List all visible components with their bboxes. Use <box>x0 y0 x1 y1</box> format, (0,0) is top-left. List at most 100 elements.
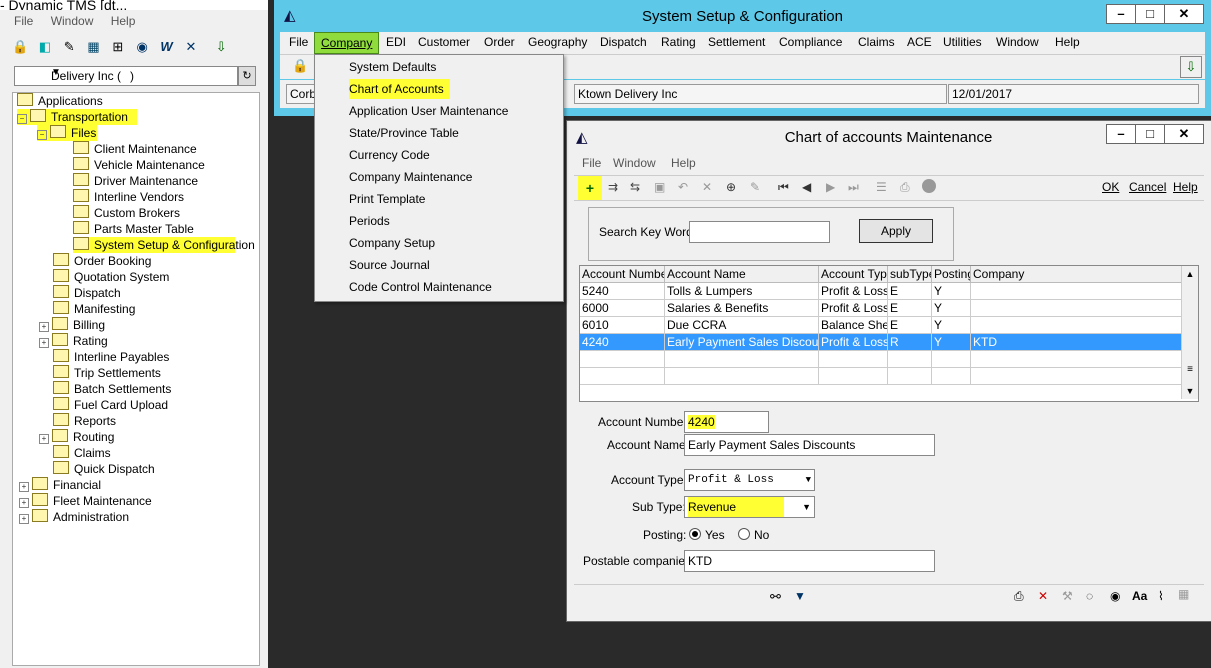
menu-utilities[interactable]: Utilities <box>943 35 982 49</box>
tree-item-dispatch[interactable]: Dispatch <box>53 285 121 301</box>
menu-item-print-template[interactable]: Print Template <box>349 189 425 209</box>
delete-icon[interactable]: ✕ <box>702 180 712 194</box>
table-cell[interactable]: E <box>888 300 932 317</box>
search-icon[interactable]: ◉ <box>134 38 151 55</box>
copy-icon[interactable]: ⇆ <box>630 180 640 194</box>
account-number-input[interactable]: 4240 <box>684 411 769 433</box>
menu-file[interactable]: File <box>14 14 33 28</box>
print-preview-icon[interactable]: ⎙ <box>900 180 910 195</box>
apply-button[interactable]: Apply <box>859 219 933 243</box>
minimize-button[interactable]: – <box>1106 4 1136 24</box>
previous-record-icon[interactable]: ◀ <box>802 180 811 194</box>
sub-type-select[interactable]: Revenue ▼ <box>684 496 815 518</box>
tree-item-fleet-maintenance[interactable]: + Fleet Maintenance <box>19 493 152 509</box>
maximize-button[interactable]: □ <box>1135 124 1165 144</box>
table-cell[interactable]: Salaries & Benefits <box>665 300 819 317</box>
table-cell[interactable]: Y <box>932 317 971 334</box>
maximize-button[interactable]: □ <box>1135 4 1165 24</box>
field-date[interactable]: 12/01/2017 <box>948 84 1199 104</box>
field-company-name[interactable]: Ktown Delivery Inc <box>574 84 947 104</box>
menu-window[interactable]: Window <box>613 156 656 170</box>
network-icon[interactable]: ⊞ <box>109 38 126 55</box>
menu-item-state-province-table[interactable]: State/Province Table <box>349 123 459 143</box>
tree-item-custom-brokers[interactable]: Custom Brokers <box>73 205 180 221</box>
expand-icon[interactable]: + <box>19 482 29 492</box>
exit-icon[interactable]: ⇩ <box>1180 56 1202 78</box>
table-cell[interactable]: 6000 <box>580 300 665 317</box>
list-icon[interactable]: ☰ <box>876 180 887 194</box>
column-header[interactable]: Company <box>971 266 1183 283</box>
search-input[interactable] <box>689 221 830 243</box>
tree-item-trip-settlements[interactable]: Trip Settlements <box>53 365 161 381</box>
cancel-button[interactable]: Cancel <box>1129 180 1166 194</box>
table-scrollbar[interactable]: ▲ ≡ ▼ <box>1181 266 1198 399</box>
tree-item-manifesting[interactable]: Manifesting <box>53 301 135 317</box>
last-record-icon[interactable]: ⏭ <box>848 180 859 195</box>
tools-icon[interactable]: ⚒ <box>1062 589 1073 603</box>
tree-item-applications[interactable]: Applications <box>17 93 103 109</box>
postable-companies-input[interactable]: KTD <box>684 550 935 572</box>
table-cell[interactable] <box>971 283 1183 300</box>
menu-item-system-defaults[interactable]: System Defaults <box>349 57 436 77</box>
tree-item-financial[interactable]: + Financial <box>19 477 101 493</box>
table-cell[interactable]: Balance Shee <box>819 317 888 334</box>
company-select[interactable]: Delivery Inc ( ) ▼ <box>14 66 238 86</box>
close-button[interactable]: ✕ <box>1164 124 1204 144</box>
preview-icon[interactable]: ⎙ <box>1014 589 1024 604</box>
tree-item-driver-maintenance[interactable]: Driver Maintenance <box>73 173 198 189</box>
tree-item-routing[interactable]: + Routing <box>39 429 114 445</box>
table-cell-selected[interactable]: Profit & Loss <box>819 334 888 351</box>
menu-item-chart-of-accounts[interactable]: Chart of Accounts <box>349 79 450 99</box>
tree-item-vehicle-maintenance[interactable]: Vehicle Maintenance <box>73 157 205 173</box>
tree-item-administration[interactable]: + Administration <box>19 509 129 525</box>
comment-icon[interactable]: ◌ <box>1086 589 1093 603</box>
menu-item-company-setup[interactable]: Company Setup <box>349 233 435 253</box>
menu-customer[interactable]: Customer <box>418 35 470 49</box>
collapse-icon[interactable]: − <box>17 114 27 124</box>
table-cell[interactable]: E <box>888 283 932 300</box>
close-button[interactable]: ✕ <box>1164 4 1204 24</box>
menu-item-source-journal[interactable]: Source Journal <box>349 255 430 275</box>
field-code[interactable]: Corba <box>286 84 317 104</box>
tree-item-reports[interactable]: Reports <box>53 413 116 429</box>
calculator-icon[interactable]: ▦ <box>85 38 102 55</box>
column-header[interactable]: Posting <box>932 266 971 283</box>
column-header[interactable]: subType <box>888 266 932 283</box>
tree-item-client-maintenance[interactable]: Client Maintenance <box>73 141 197 157</box>
add-record-icon[interactable]: + <box>578 176 602 200</box>
lock-icon[interactable]: 🔒 <box>292 58 308 74</box>
posting-yes-radio[interactable]: Yes <box>689 528 725 542</box>
column-header[interactable]: Account Type <box>819 266 888 283</box>
tree-item-quotation-system[interactable]: Quotation System <box>53 269 169 285</box>
account-name-input[interactable]: Early Payment Sales Discounts <box>684 434 935 456</box>
table-cell[interactable] <box>971 317 1183 334</box>
clear-icon[interactable]: ✕ <box>1038 589 1048 603</box>
table-cell[interactable]: E <box>888 317 932 334</box>
menu-order[interactable]: Order <box>484 35 515 49</box>
account-type-select[interactable]: Profit & Loss ▼ <box>684 469 815 491</box>
table-cell[interactable]: Y <box>932 300 971 317</box>
lock-icon[interactable]: 🔒 <box>12 38 29 55</box>
undo-icon[interactable]: ↶ <box>678 180 688 194</box>
menu-ace[interactable]: ACE <box>907 35 932 49</box>
tree-item-interline-payables[interactable]: Interline Payables <box>53 349 169 365</box>
tree-item-system-setup[interactable]: System Setup & Configuration <box>73 237 255 253</box>
menu-claims[interactable]: Claims <box>858 35 895 49</box>
table-cell[interactable]: Due CCRA <box>665 317 819 334</box>
chevron-up-icon[interactable]: ▲ <box>1182 266 1198 282</box>
menu-item-code-control-maintenance[interactable]: Code Control Maintenance <box>349 277 492 297</box>
table-cell[interactable]: 5240 <box>580 283 665 300</box>
expand-icon[interactable]: + <box>39 338 49 348</box>
table-cell-selected[interactable]: Y <box>932 334 971 351</box>
tree-item-files[interactable]: − Files <box>37 125 97 141</box>
filter-icon[interactable]: ▼ <box>794 589 806 603</box>
next-record-icon[interactable]: ▶ <box>826 180 835 194</box>
table-cell[interactable] <box>971 300 1183 317</box>
tree-item-parts-master-table[interactable]: Parts Master Table <box>73 221 194 237</box>
menu-window[interactable]: Window <box>996 35 1039 49</box>
menu-help[interactable]: Help <box>1055 35 1080 49</box>
menu-dispatch[interactable]: Dispatch <box>600 35 647 49</box>
menu-window[interactable]: Window <box>51 14 94 28</box>
edit-icon[interactable]: ✎ <box>61 38 78 55</box>
table-cell-selected[interactable]: KTD <box>971 334 1183 351</box>
